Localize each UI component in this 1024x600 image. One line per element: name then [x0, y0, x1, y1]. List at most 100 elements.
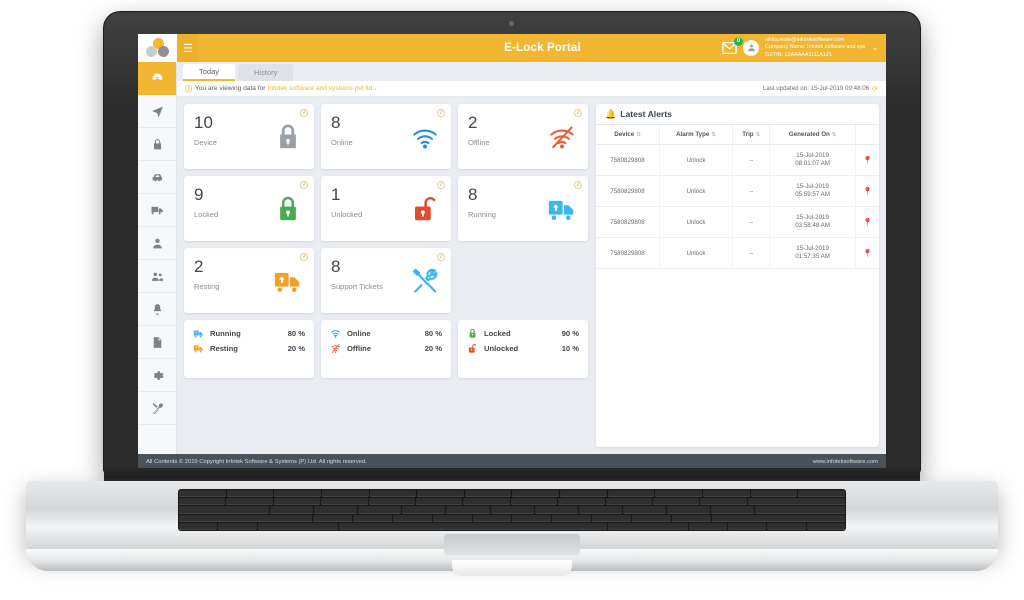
stats-row-1: 10 Device i 8 Online i 2 Offline i — [184, 104, 588, 169]
sidebar-item-settings[interactable] — [138, 359, 176, 392]
info-badge-icon[interactable]: i — [574, 109, 582, 117]
info-bar: ⓘ You are viewing data for Infotek softw… — [177, 81, 886, 97]
info-badge-icon[interactable]: i — [437, 109, 445, 117]
cell-generated-on: 15-Jul-2019 01:57:35 AM — [769, 237, 856, 269]
table-row[interactable]: 7580829808 Unlock -- 15-Jul-2019 03:58:48… — [596, 206, 879, 238]
stat-card-device[interactable]: 10 Device i — [184, 104, 314, 169]
lock-closed-green-icon — [467, 328, 478, 339]
main-content: Today History ⓘ You are viewing data for… — [177, 62, 886, 454]
location-pin-icon[interactable]: 📍 — [855, 175, 879, 207]
chevron-down-icon[interactable]: ⌄ — [872, 44, 878, 52]
user-info[interactable]: nikita.mote@infoteksoftware.com Company … — [765, 37, 865, 59]
stat-card-online[interactable]: 8 Online i — [321, 104, 451, 169]
base-notch — [452, 560, 572, 576]
column-header-alarm-type[interactable]: Alarm Type ⇅ — [659, 125, 734, 145]
percent-card-online-offline: Online 80 % Offline 20 % — [321, 320, 451, 378]
info-badge-icon[interactable]: i — [574, 181, 582, 189]
stats-row-3: 2 Resting i 8 Support Tickets i — [184, 248, 588, 313]
footer: All Contents © 2019 Copyright Infotek So… — [138, 454, 886, 469]
column-header-device[interactable]: Device ⇅ — [596, 125, 660, 145]
mail-badge: 0 — [734, 36, 744, 46]
truck-orange-icon — [193, 343, 204, 354]
percent-row-running: Running 80 % — [193, 328, 305, 339]
column-header-action — [855, 125, 879, 145]
wifi-icon — [330, 328, 341, 339]
location-pin-icon[interactable]: 📍 — [855, 237, 879, 269]
percent-label: Online — [347, 329, 371, 338]
percent-value: 20 % — [287, 344, 305, 353]
info-badge-icon[interactable]: i — [437, 253, 445, 261]
cell-generated-on: 15-Jul-2019 08:01:07 AM — [769, 144, 856, 176]
column-header-generated-on[interactable]: Generated On ⇅ — [769, 125, 856, 145]
keyboard-row — [179, 498, 846, 506]
last-updated-text: Last updated on: 15-Jul-2019 09:48:06 — [762, 85, 870, 92]
table-row[interactable]: 7580829808 Unlock -- 15-Jul-2019 01:57:35… — [596, 237, 879, 269]
stat-card-locked[interactable]: 9 Locked i — [184, 176, 314, 241]
keyboard-row — [179, 506, 846, 514]
stat-card-unlocked[interactable]: 1 Unlocked i — [321, 176, 451, 241]
wifi-off-icon — [546, 121, 578, 153]
cell-trip: -- — [732, 237, 771, 269]
sidebar-item-locks[interactable] — [138, 128, 176, 161]
info-badge-icon[interactable]: i — [300, 181, 308, 189]
top-bar: ☰ E-Lock Portal 0 nikita.mote@infoteksof… — [138, 34, 886, 62]
refresh-icon[interactable]: ⟳ — [872, 85, 878, 93]
info-badge-icon[interactable]: i — [437, 181, 445, 189]
info-org[interactable]: Infotek software and systems pvt ltd — [268, 85, 373, 92]
location-pin-icon[interactable]: 📍 — [855, 206, 879, 238]
tab-today[interactable]: Today — [183, 64, 236, 81]
sidebar-item-trucks[interactable] — [138, 194, 176, 227]
tab-history[interactable]: History — [238, 64, 294, 81]
sidebar-item-groups[interactable] — [138, 260, 176, 293]
percent-label: Offline — [347, 344, 372, 353]
sidebar-item-alerts[interactable] — [138, 293, 176, 326]
table-row[interactable]: 7580829808 Unlock -- 15-Jul-2019 05:59:57… — [596, 175, 879, 207]
percent-value: 90 % — [561, 329, 579, 338]
cell-device: 7580829808 — [596, 237, 660, 269]
user-email: nikita.mote@infoteksoftware.com — [765, 37, 845, 44]
footer-website[interactable]: www.infoteksoftware.com — [813, 459, 878, 465]
percent-label: Unlocked — [484, 344, 519, 353]
percent-label: Locked — [484, 329, 511, 338]
sidebar-item-tracking[interactable] — [138, 95, 176, 128]
bell-icon: 🔔 — [605, 108, 617, 119]
footer-copyright: All Contents © 2019 Copyright Infotek So… — [146, 458, 367, 465]
stat-card-offline[interactable]: 2 Offline i — [458, 104, 588, 169]
percent-value: 10 % — [561, 344, 579, 353]
hamburger-icon[interactable]: ☰ — [177, 34, 199, 62]
keyboard-row — [179, 514, 845, 522]
sidebar-item-support[interactable] — [138, 392, 176, 425]
sidebar-item-vehicles[interactable] — [138, 161, 176, 194]
cell-device: 7580829808 — [596, 175, 660, 207]
lock-closed-green-icon — [272, 193, 304, 225]
stat-card-support-tickets[interactable]: 8 Support Tickets i — [321, 248, 451, 313]
info-badge-icon[interactable]: i — [300, 109, 308, 117]
user-gstin: GSTIN: 12AAAAA1111A1Z1 — [765, 51, 833, 58]
trackpad — [444, 534, 580, 555]
screenshot-root: ☰ E-Lock Portal 0 nikita.mote@infoteksof… — [0, 0, 1024, 600]
avatar[interactable] — [743, 39, 760, 56]
truck-orange-icon — [272, 265, 304, 297]
webcam — [509, 21, 514, 26]
stat-card-resting[interactable]: 2 Resting i — [184, 248, 314, 313]
location-pin-icon[interactable]: 📍 — [855, 144, 879, 176]
lock-open-red-icon — [409, 193, 441, 225]
table-row[interactable]: 7580829808 Unlock -- 15-Jul-2019 08:01:07… — [596, 144, 879, 176]
mail-icon[interactable]: 0 — [722, 36, 744, 54]
percent-card-running-resting: Running 80 % Resting 20 % — [184, 320, 314, 378]
infotek-logo-icon — [145, 38, 170, 58]
truck-blue-icon — [546, 193, 578, 225]
sidebar-item-user[interactable] — [138, 227, 176, 260]
cell-trip: -- — [732, 206, 771, 238]
stat-card-running[interactable]: 8 Running i — [458, 176, 588, 241]
percent-label: Resting — [210, 344, 238, 353]
sidebar-item-reports[interactable] — [138, 326, 176, 359]
percent-row-locked: Locked 90 % — [467, 328, 579, 339]
cell-generated-on: 15-Jul-2019 05:59:57 AM — [769, 175, 856, 207]
info-suffix: . — [374, 85, 377, 92]
alerts-header: 🔔 Latest Alerts — [596, 104, 879, 125]
column-header-trip[interactable]: Trip ⇅ — [732, 125, 771, 145]
sidebar-item-dashboard[interactable] — [138, 62, 176, 95]
percent-row-online: Online 80 % — [330, 328, 442, 339]
info-badge-icon[interactable]: i — [300, 253, 308, 261]
